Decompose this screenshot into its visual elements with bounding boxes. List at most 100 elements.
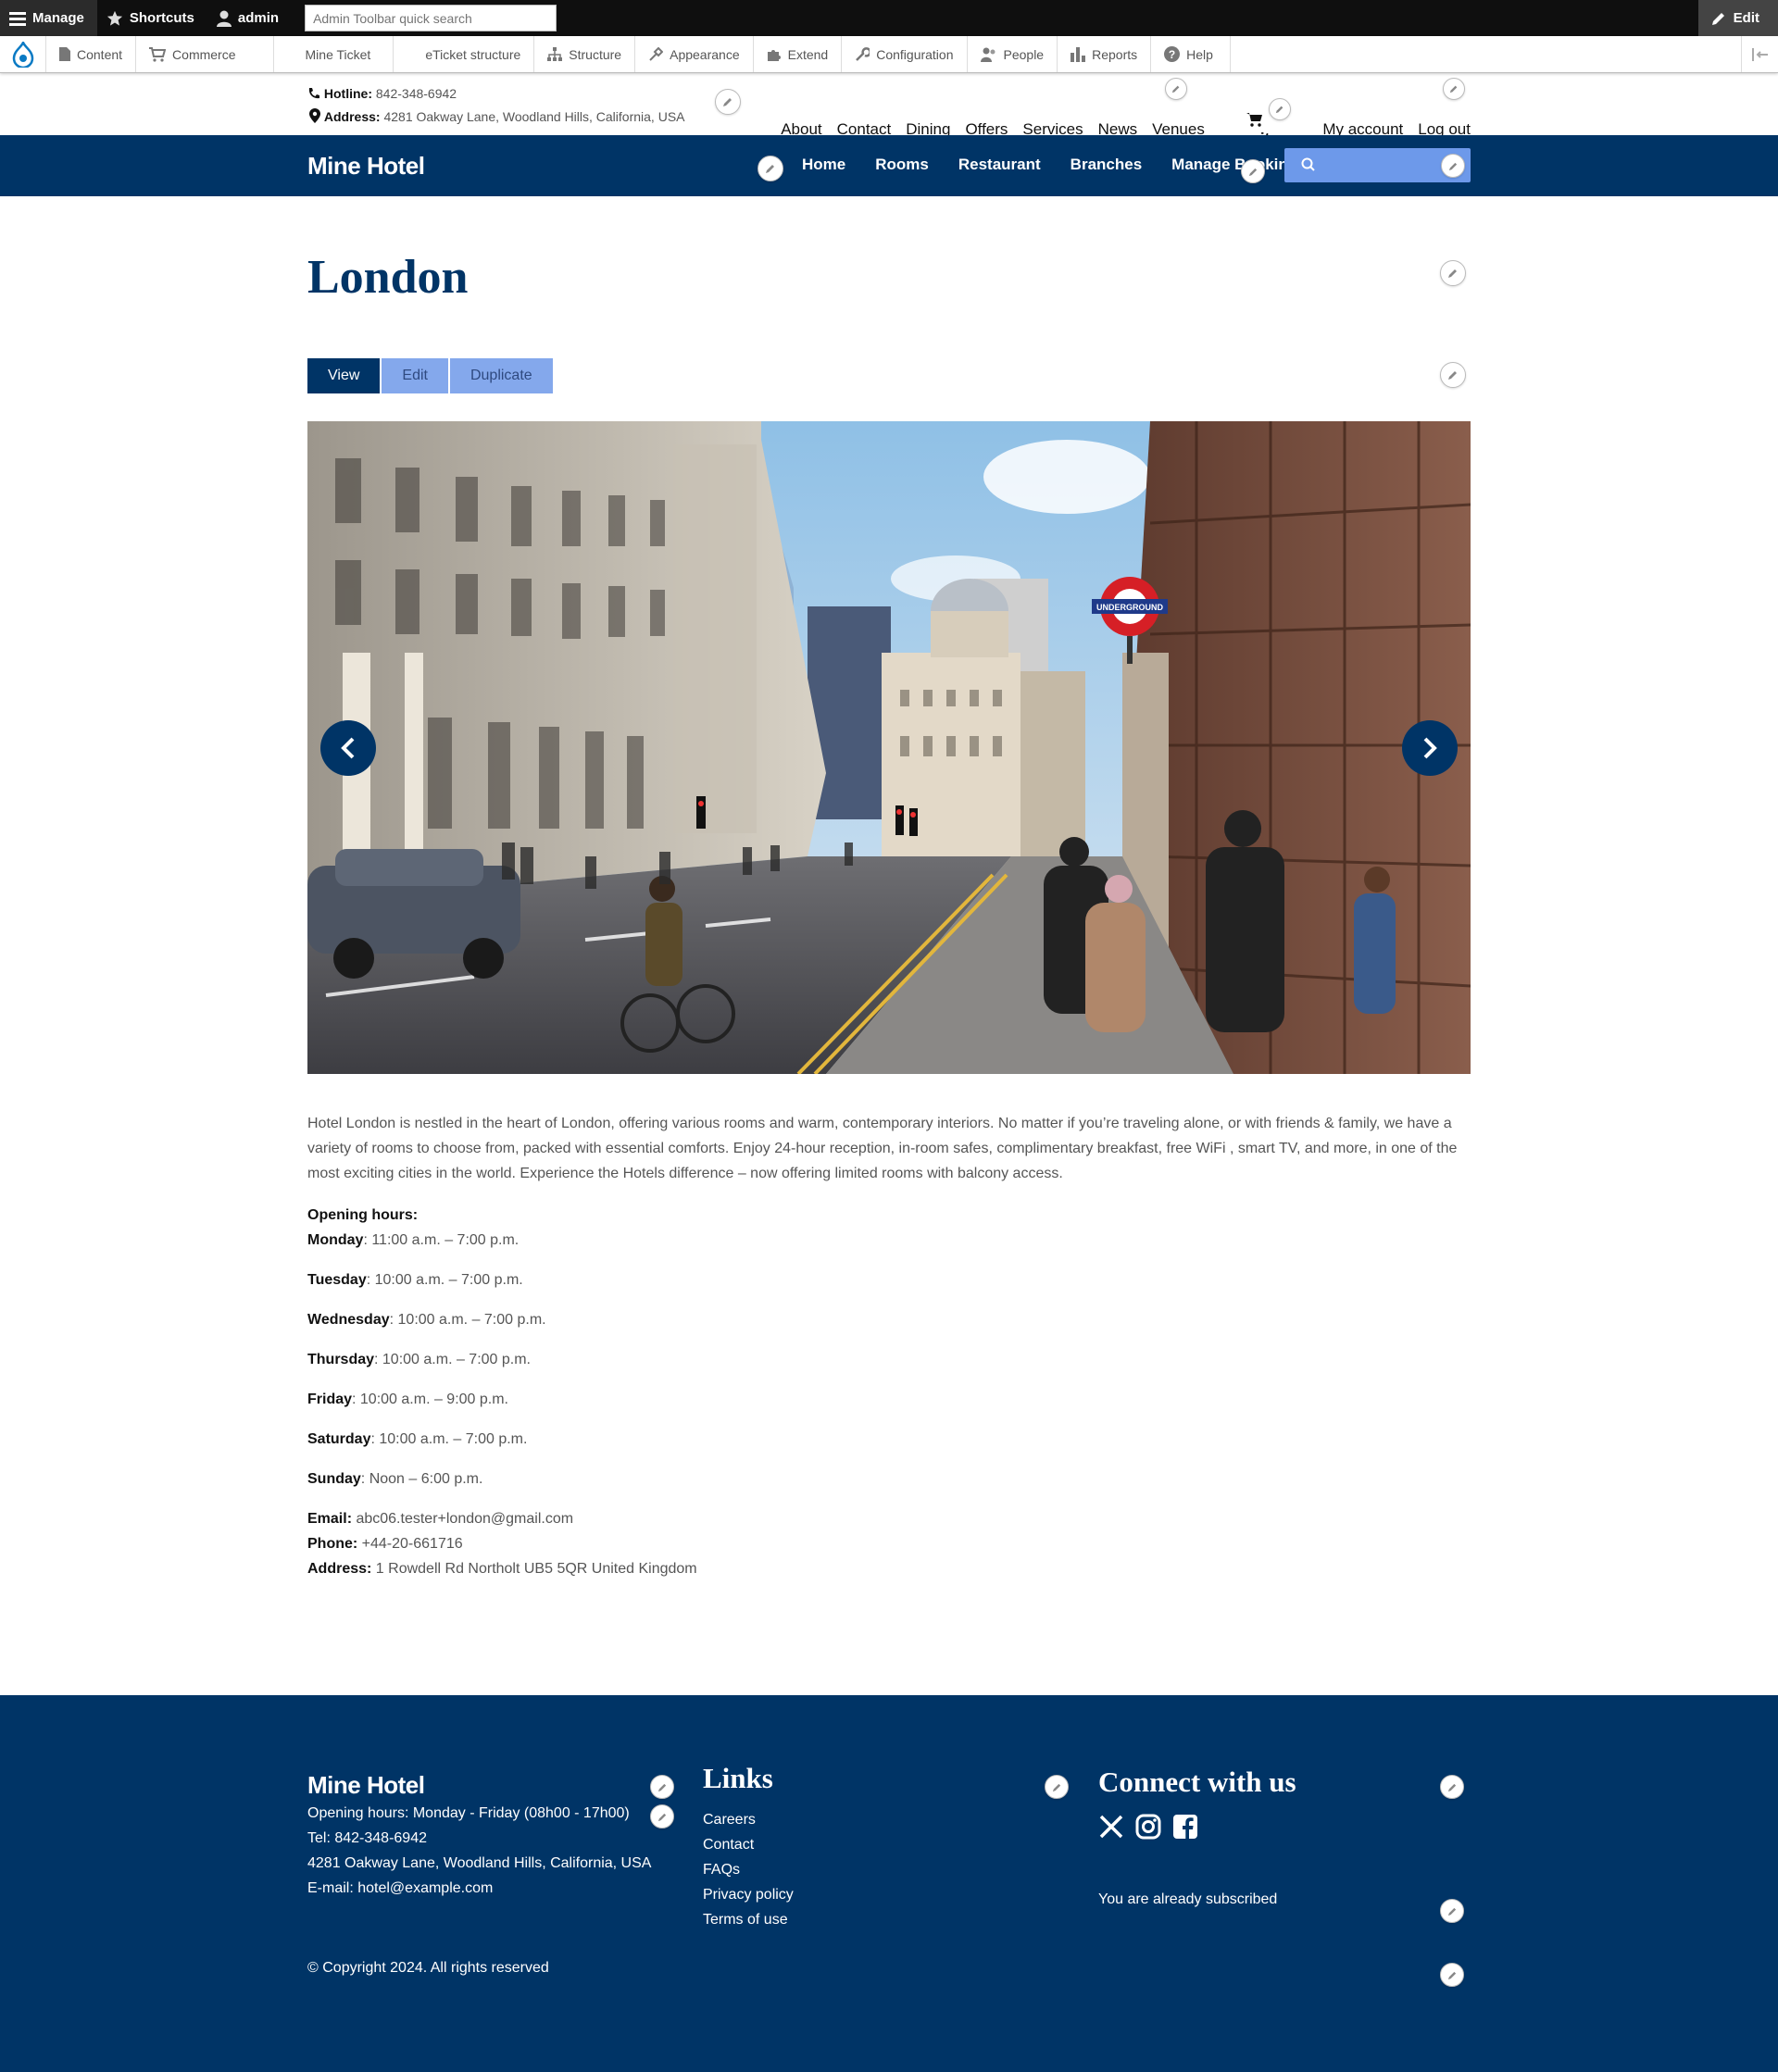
hotline-row: Hotline: 842-348-6942 [307,82,685,106]
hours-row-wednesday: Wednesday: 10:00 a.m. – 7:00 p.m. [307,1312,546,1328]
contextual-edit-icon[interactable] [1269,98,1291,120]
phone-icon [308,88,319,99]
hotline-number: 842-348-6942 [375,86,457,101]
manage-label: Manage [32,10,84,26]
footer-connect: Connect with us You are already subscrib… [1098,1766,1296,1908]
manage-button[interactable]: Manage [0,0,97,36]
admin-search-input[interactable] [305,5,557,31]
hotel-description: Hotel London is nestled in the heart of … [307,1116,1458,1181]
instagram-icon[interactable] [1135,1814,1161,1840]
links-heading: Links [703,1762,773,1794]
shortcuts-label: Shortcuts [129,10,194,26]
bar-chart-icon [1071,46,1086,62]
chevron-left-icon [341,737,355,759]
tray-item-configuration[interactable]: Configuration [842,36,968,72]
shortcuts-button[interactable]: Shortcuts [97,0,207,36]
copyright: © Copyright 2024. All rights reserved [307,1960,549,1976]
contextual-edit-icon[interactable] [715,89,741,115]
admin-toolbar: Manage Shortcuts admin Edit [0,0,1778,36]
tray-item-help[interactable]: ? Help [1151,36,1231,72]
site-header: Mine Hotel Home Rooms Restaurant Branche… [0,135,1778,196]
cart-icon [1246,113,1262,127]
nav-rooms[interactable]: Rooms [875,156,929,174]
tray-item-mine-ticket[interactable]: Mine Ticket [274,36,394,72]
footer-link-terms[interactable]: Terms of use [703,1907,794,1932]
contextual-edit-icon[interactable] [1440,260,1466,286]
underground-sign-text: UNDERGROUND [1096,603,1164,612]
phone-row: Phone: +44-20-661716 [307,1536,463,1552]
contextual-edit-icon[interactable] [1241,159,1265,183]
collapse-tray-icon[interactable] [1741,36,1778,72]
puzzle-icon [767,49,781,61]
svg-text:?: ? [1169,48,1175,61]
contextual-edit-icon[interactable] [1440,1899,1464,1923]
opening-hours: Opening hours: Monday: 11:00 a.m. – 7:00… [307,1203,697,1581]
contextual-edit-icon[interactable] [1440,1775,1464,1799]
search-icon [1301,157,1315,171]
nav-restaurant[interactable]: Restaurant [958,156,1041,174]
tray-item-appearance[interactable]: Appearance [635,36,754,72]
facebook-icon[interactable] [1172,1814,1198,1840]
footer-link-faqs[interactable]: FAQs [703,1857,794,1882]
tray-item-eticket-structure[interactable]: eTicket structure [394,36,535,72]
tray-item-reports[interactable]: Reports [1058,36,1152,72]
tray-item-commerce[interactable]: Commerce [136,36,274,72]
hamburger-icon [9,11,26,26]
footer-link-careers[interactable]: Careers [703,1807,794,1832]
contextual-edit-icon[interactable] [1045,1775,1069,1799]
map-marker-icon [309,108,320,123]
contextual-edit-icon[interactable] [650,1804,674,1829]
contextual-edit-icon[interactable] [1440,1963,1464,1987]
tray-item-people[interactable]: People [968,36,1058,72]
contextual-edit-icon[interactable] [650,1775,674,1799]
hero-slideshow[interactable]: UNDERGROUND [307,421,1471,1074]
nav-branches[interactable]: Branches [1071,156,1142,174]
footer-tel: Tel: 842-348-6942 [307,1830,427,1846]
user-button[interactable]: admin [207,0,292,36]
user-icon [216,10,232,27]
contextual-edit-icon[interactable] [758,156,783,181]
tray-item-content[interactable]: Content [46,36,137,72]
hours-row-friday: Friday: 10:00 a.m. – 9:00 p.m. [307,1392,508,1407]
tray-item-structure[interactable]: Structure [534,36,636,72]
site-footer: Mine Hotel Opening hours: Monday - Frida… [0,1695,1778,2072]
local-tasks: View Edit Duplicate [307,358,553,393]
nav-home[interactable]: Home [802,156,845,174]
hours-row-tuesday: Tuesday: 10:00 a.m. – 7:00 p.m. [307,1272,523,1288]
footer-link-privacy[interactable]: Privacy policy [703,1882,794,1907]
slide-next-button[interactable] [1402,720,1458,776]
contact-info: Hotline: 842-348-6942 Address: 4281 Oakw… [307,82,685,129]
page-title: London [307,251,469,304]
footer-address: 4281 Oakway Lane, Woodland Hills, Califo… [307,1855,652,1871]
sitemap-icon [547,47,563,61]
tray-item-extend[interactable]: Extend [754,36,843,72]
contextual-edit-icon[interactable] [1440,362,1466,388]
email-link[interactable]: abc06.tester+london@gmail.com [352,1511,573,1527]
opening-hours-label: Opening hours: [307,1207,419,1223]
address-row: Address: 1 Rowdell Rd Northolt UB5 5QR U… [307,1561,697,1577]
edit-toggle-button[interactable]: Edit [1697,0,1778,36]
footer-link-contact[interactable]: Contact [703,1832,794,1857]
contextual-edit-icon[interactable] [1441,154,1465,178]
nav-manage-booking[interactable]: Manage Booking [1171,156,1297,174]
tab-view[interactable]: View [307,358,381,393]
slide-prev-button[interactable] [320,720,376,776]
footer-brand: Mine Hotel [307,1771,425,1799]
address-text: 4281 Oakway Lane, Woodland Hills, Califo… [383,109,685,124]
tab-duplicate[interactable]: Duplicate [449,358,553,393]
x-twitter-icon[interactable] [1098,1814,1124,1840]
footer-email: E-mail: hotel@example.com [307,1880,494,1896]
drupal-logo-icon[interactable] [0,36,46,72]
hours-row-saturday: Saturday: 10:00 a.m. – 7:00 p.m. [307,1431,528,1447]
contextual-edit-icon[interactable] [1165,78,1187,100]
hours-row-monday: Monday: 11:00 a.m. – 7:00 p.m. [307,1232,520,1248]
social-links [1098,1814,1296,1840]
edit-label: Edit [1733,10,1759,26]
contextual-edit-icon[interactable] [1443,78,1465,100]
connect-heading: Connect with us [1098,1766,1296,1798]
site-brand[interactable]: Mine Hotel [307,152,425,181]
chevron-right-icon [1423,737,1437,759]
tab-edit[interactable]: Edit [382,358,448,393]
subscribed-message: You are already subscribed [1098,1891,1278,1907]
footer-info: Mine Hotel Opening hours: Monday - Frida… [307,1769,651,1901]
